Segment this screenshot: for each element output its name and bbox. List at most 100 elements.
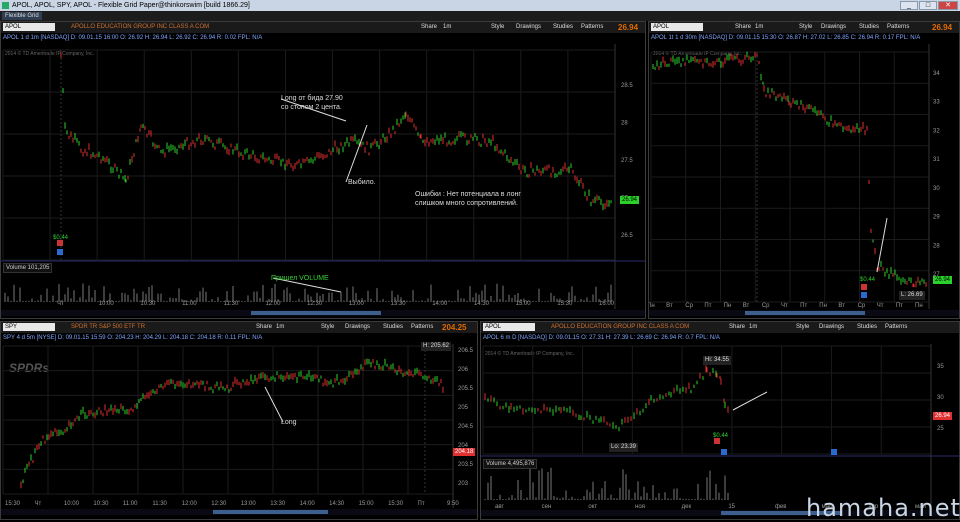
time-tick: 16:00 <box>599 301 615 307</box>
price-tag: 204.18 <box>453 448 476 456</box>
time-tick: 15:00 <box>516 301 532 307</box>
price-tick: 204.5 <box>458 424 474 430</box>
time-scrollbar[interactable] <box>1 509 477 515</box>
price-tick: 27.5 <box>621 158 633 164</box>
time-tick: 13:30 <box>270 501 286 507</box>
time-tick: 12:00 <box>182 501 198 507</box>
flexible-grid-button[interactable]: Flexible Grid <box>2 12 42 20</box>
time-tick: Пт <box>800 303 807 309</box>
time-tick: 11:30 <box>152 501 167 507</box>
price-tick: 206 <box>458 367 469 373</box>
low-tag: Lo: 23.39 <box>609 443 639 452</box>
low-tag: $0.44 <box>53 235 69 241</box>
price-tick: 30 <box>937 395 944 401</box>
high-tag: H: 205.62 <box>421 342 452 351</box>
time-tick: Чт <box>877 303 884 309</box>
time-tick: 12:30 <box>211 501 227 507</box>
time-tick: 14:00 <box>300 501 316 507</box>
price-tag: 26.94 <box>933 412 953 420</box>
time-tick: 11:00 <box>182 301 197 307</box>
price-chart: 353025авг сен окт ноя дек 15 фев мар апр май <box>481 344 959 510</box>
price-tick: 29 <box>933 215 940 221</box>
price-tick: 28 <box>621 121 628 127</box>
time-tick: 12:30 <box>307 301 323 307</box>
close-button[interactable]: ✕ <box>938 1 958 10</box>
annotation-long-entry: Long от бида 27.90 со стопом 2 цента. <box>281 95 343 111</box>
time-tick: 15:00 <box>359 501 375 507</box>
low-tag: L: 26.69 <box>899 291 925 300</box>
time-tick: Пт <box>704 303 711 309</box>
time-tick: 11:00 <box>123 501 138 507</box>
price-tick: 35 <box>937 364 944 370</box>
price-tick: 33 <box>933 100 940 106</box>
price-tick: 34 <box>933 71 940 77</box>
time-tick: 15:30 <box>5 501 21 507</box>
info-icon <box>57 249 63 255</box>
annotation-volume: Пришел VOLUME <box>271 275 329 282</box>
time-tick: 14:30 <box>474 301 490 307</box>
price-tick: 203 <box>458 481 469 487</box>
maximize-button[interactable]: □ <box>919 1 937 10</box>
time-tick: Вт <box>743 303 750 309</box>
time-tick: Пн <box>915 303 923 309</box>
time-tick: Пн <box>724 303 732 309</box>
info-icon <box>861 292 867 298</box>
price-tick: 205 <box>458 405 469 411</box>
time-tick: Чт <box>34 501 41 507</box>
price-tick: 28 <box>933 243 940 249</box>
chart-pane-spy[interactable]: SPY SPDR TR S&P 500 ETF TR Share 1m Styl… <box>0 321 478 520</box>
chart-pane-apol-30m[interactable]: APOL Share 1m Style Drawings Studies Pat… <box>648 21 960 319</box>
price-tick: 206.5 <box>458 348 474 354</box>
tag-044: $0.44 <box>713 433 729 439</box>
menubar: Flexible Grid <box>0 11 960 21</box>
tag-044: $0.44 <box>860 277 876 283</box>
window-title: APOL, APOL, SPY, APOL - Flexible Grid Pa… <box>12 2 250 9</box>
time-tick: Чт <box>781 303 788 309</box>
price-chart: 3433323130292827ПнВтСрПтПнВтСрЧтПтПнВтСр… <box>649 44 940 309</box>
price-tick: 31 <box>933 157 940 163</box>
time-tick: Вт <box>838 303 845 309</box>
time-tick: Пн <box>819 303 827 309</box>
time-tick: Вт <box>666 303 673 309</box>
time-tick: Ср <box>762 303 770 309</box>
annotation-stopped: Выбило. <box>348 179 376 186</box>
price-tick: 32 <box>933 128 940 134</box>
site-watermark: hamaha.net <box>806 494 960 522</box>
price-chart: 206.5206205.5205204.5204203.520315:30 Чт 1… <box>2 344 474 508</box>
annotation-arrow <box>264 386 284 423</box>
price-tick: 205.5 <box>458 386 474 392</box>
minimize-button[interactable]: _ <box>900 1 918 10</box>
time-tick: 14:30 <box>329 501 345 507</box>
time-tick: 15:30 <box>557 301 573 307</box>
time-tick: 12:00 <box>265 301 281 307</box>
time-tick: Ср <box>858 303 866 309</box>
price-tick: 203.5 <box>458 462 474 468</box>
time-tick: Пн <box>649 303 655 309</box>
time-tick: Чт <box>57 301 64 307</box>
time-tick: Ср <box>685 303 693 309</box>
app-icon <box>2 2 9 9</box>
price-tick: 25 <box>937 426 944 432</box>
time-tick: 14:00 <box>432 301 448 307</box>
chart-pane-apol-daily[interactable]: APOL APOLLO EDUCATION GROUP INC CLASS A … <box>480 321 960 520</box>
volume-label: Volume 4,495,876 <box>483 459 538 469</box>
time-tick: 10:00 <box>99 301 115 307</box>
price-tick: 30 <box>933 186 940 192</box>
annotation-errors: Ошибки : Нет потенциала в лонг слишком м… <box>415 191 521 207</box>
time-tick: 13:00 <box>349 301 365 307</box>
annotation-arrow <box>876 217 888 273</box>
time-tick: 13:00 <box>241 501 257 507</box>
time-scrollbar[interactable] <box>1 310 645 316</box>
time-scrollbar[interactable] <box>649 310 959 316</box>
annotation-arrow <box>732 391 768 411</box>
price-tag: 26.94 <box>933 276 953 284</box>
time-tick: Пт <box>896 303 903 309</box>
time-tick: 15:30 <box>388 501 404 507</box>
time-tick: 9:50 <box>447 501 459 507</box>
volume-label: Volume 101,205 <box>3 263 53 273</box>
price-tag: 26.94 <box>620 196 640 204</box>
time-tick: Пт <box>418 501 425 507</box>
price-tick: 28.5 <box>621 83 633 89</box>
time-tick: 10:00 <box>64 501 80 507</box>
chart-pane-apol-intraday[interactable]: APOL APOLLO EDUCATION GROUP INC CLASS A … <box>0 21 646 319</box>
